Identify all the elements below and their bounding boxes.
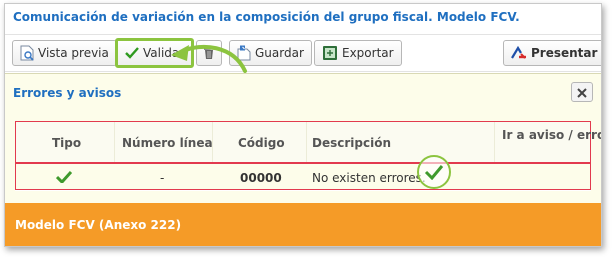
presentar-button[interactable]: Presentar [503,40,601,66]
column-header-ir-a-aviso: Ir a aviso / erro [502,128,602,142]
toolbar: Vista previa Validar Guardar Exportar Pr… [5,34,601,73]
trash-icon [203,46,215,60]
table-row[interactable]: - 00000 No existen errores. [15,163,591,190]
model-section-header: Modelo FCV (Anexo 222) [5,203,601,246]
vista-previa-button[interactable]: Vista previa [12,40,117,66]
column-divider [114,122,115,162]
validar-button[interactable]: Validar [115,38,195,68]
model-section-title: Modelo FCV (Anexo 222) [15,218,182,232]
row-numero-linea: - [160,171,165,185]
document-preview-icon [20,45,34,61]
column-header-descripcion: Descripción [312,136,391,150]
errors-panel: Errores y avisos Tipo Número línea Códig… [5,73,601,203]
exportar-button[interactable]: Exportar [314,40,402,66]
guardar-label: Guardar [255,46,304,60]
vista-previa-label: Vista previa [38,46,109,60]
agency-logo-icon [511,46,527,60]
row-descripcion: No existen errores. [312,171,426,185]
close-icon [577,83,587,102]
presentar-label: Presentar [531,46,598,60]
close-button[interactable] [571,82,593,102]
table-header: Tipo Número línea Código Descripción Ir … [15,121,601,163]
page-title: Comunicación de variación en la composic… [13,10,520,24]
column-divider [306,122,307,162]
save-icon [237,45,251,61]
validar-label: Validar [143,46,185,60]
column-header-tipo: Tipo [52,136,82,150]
export-icon [322,45,338,61]
delete-button[interactable] [196,40,222,66]
column-header-codigo: Código [238,136,285,150]
row-codigo: 00000 [240,171,282,185]
success-checkmark-icon [417,155,451,189]
check-icon [55,170,73,186]
guardar-button[interactable]: Guardar [229,40,312,66]
column-header-numero-linea: Número línea [122,136,213,150]
errors-panel-title: Errores y avisos [13,86,122,100]
exportar-label: Exportar [342,46,394,60]
form-window: Comunicación de variación en la composic… [4,3,602,247]
checkmark-icon [125,47,139,59]
errors-table: Tipo Número línea Código Descripción Ir … [15,121,601,191]
column-divider [494,122,495,162]
